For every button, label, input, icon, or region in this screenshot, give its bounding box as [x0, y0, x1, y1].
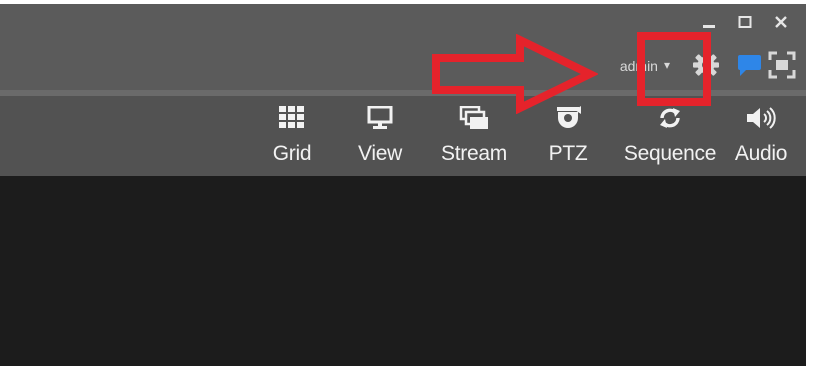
- minimize-icon: [703, 25, 715, 28]
- fullscreen-icon: [768, 51, 796, 79]
- close-button[interactable]: [770, 11, 792, 33]
- toolbar-view-label: View: [358, 142, 402, 165]
- window-controls: [698, 10, 792, 34]
- monitor-icon: [367, 106, 393, 129]
- chat-icon: [738, 55, 761, 76]
- close-icon: [775, 16, 787, 28]
- toolbar: Grid View Stream PTZ Sequence Audio: [0, 96, 806, 176]
- toolbar-sequence-label: Sequence: [623, 142, 717, 165]
- grid-icon: [279, 106, 304, 128]
- maximize-button[interactable]: [734, 11, 756, 33]
- toolbar-grid-button[interactable]: Grid: [250, 96, 334, 166]
- toolbar-grid-label: Grid: [272, 142, 312, 165]
- video-content-area[interactable]: [0, 176, 806, 366]
- toolbar-sequence-button[interactable]: Sequence: [614, 96, 726, 166]
- app-window: admin ▾ Grid View Stream PTZ Sequence Au…: [0, 4, 806, 366]
- toolbar-ptz-label: PTZ: [548, 142, 588, 165]
- toolbar-stream-label: Stream: [441, 142, 507, 165]
- chat-button[interactable]: [732, 49, 764, 81]
- toolbar-audio-button[interactable]: Audio: [726, 96, 796, 166]
- annotation-highlight-box: [637, 32, 711, 106]
- speaker-icon: [747, 107, 776, 129]
- maximize-icon: [738, 16, 752, 28]
- toolbar-audio-label: Audio: [734, 142, 788, 165]
- toolbar-view-button[interactable]: View: [334, 96, 426, 166]
- minimize-button[interactable]: [698, 11, 720, 33]
- annotation-arrow-icon: [432, 34, 598, 114]
- fullscreen-button[interactable]: [766, 49, 798, 81]
- sequence-icon: [660, 108, 680, 128]
